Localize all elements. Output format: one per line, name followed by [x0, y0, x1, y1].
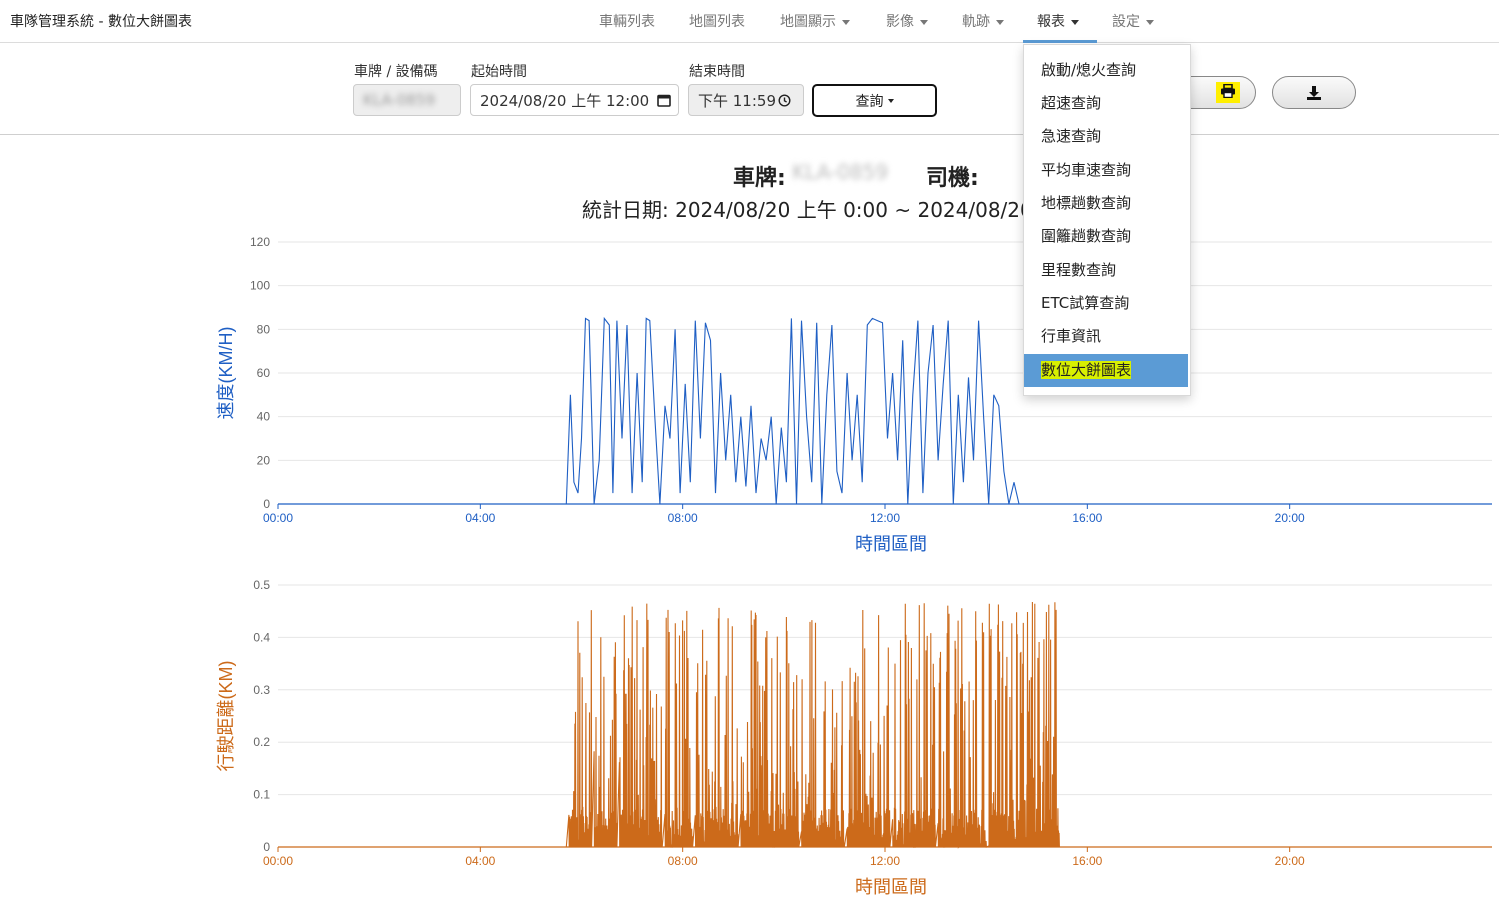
x-tick-label: 16:00	[1072, 511, 1102, 525]
app-brand-title[interactable]: 車隊管理系統 - 數位大餅圖表	[10, 11, 192, 31]
y-tick-label: 0.1	[253, 788, 270, 802]
y-tick-label: 60	[257, 366, 271, 380]
y-tick-label: 120	[250, 235, 270, 249]
dropdown-item-driving-info[interactable]: 行車資訊	[1024, 320, 1188, 353]
x-tick-label: 20:00	[1275, 511, 1305, 525]
nav-label: 車輛列表	[599, 14, 655, 30]
y-tick-label: 80	[257, 322, 271, 336]
dropdown-item-label: 行車資訊	[1041, 327, 1102, 345]
start-time-input[interactable]: 2024/08/20 上午 12:00	[470, 84, 679, 116]
distance-chart: 0 0.1 0.2 0.3 0.4 0.5 00:00 04:00 08:00 12:00 16:0…	[0, 568, 1499, 903]
y-tick-label: 100	[250, 279, 270, 293]
caret-down-icon	[887, 98, 894, 103]
nav-reports[interactable]: 報表	[1037, 11, 1079, 31]
plate-label: 車牌 / 設備碼	[354, 64, 438, 80]
speed-chart: 0 20 40 60 80 100 120 00:00 04:00 08:00 12:00 16:00…	[0, 225, 1499, 560]
report-plate-value: KLA-0859	[792, 160, 889, 184]
report-date-range: 統計日期: 2024/08/20 上午 0:00 ~ 2024/08/20	[582, 198, 1033, 222]
nav-vehicle-list[interactable]: 車輛列表	[599, 11, 655, 31]
nav-label: 報表	[1037, 14, 1065, 30]
dropdown-item-overspeed-query[interactable]: 超速查詢	[1024, 87, 1188, 120]
caret-down-icon	[842, 19, 850, 25]
dropdown-item-label: 急速查詢	[1041, 127, 1102, 145]
nav-label: 地圖列表	[689, 14, 745, 30]
query-button[interactable]: 查詢	[812, 84, 937, 117]
end-time-value: 下午 11:59	[698, 91, 776, 110]
report-plate-label: 車牌:	[733, 166, 786, 191]
series-line	[278, 601, 1492, 849]
nav-label: 設定	[1112, 14, 1140, 30]
y-tick-label: 0	[263, 497, 270, 511]
y-tick-label: 20	[257, 453, 271, 467]
x-tick-label: 12:00	[870, 854, 900, 868]
speed-chart-svg: 0 20 40 60 80 100 120 00:00 04:00 08:00 12:00 16:00…	[216, 235, 1492, 554]
y-tick-label: 0.4	[253, 630, 270, 644]
dropdown-item-label: 地標趟數查詢	[1041, 194, 1132, 212]
x-tick-label: 00:00	[263, 854, 293, 868]
print-icon	[1216, 82, 1240, 103]
x-tick-label: 04:00	[465, 854, 495, 868]
caret-down-icon	[1071, 19, 1079, 25]
clock-icon[interactable]	[778, 93, 791, 107]
report-driver-label: 司機:	[926, 166, 979, 191]
y-tick-label: 40	[257, 410, 271, 424]
end-time-input[interactable]: 下午 11:59	[688, 84, 804, 116]
dropdown-item-geofence-trips-query[interactable]: 圍籬趟數查詢	[1024, 220, 1188, 253]
distance-chart-svg: 0 0.1 0.2 0.3 0.4 0.5 00:00 04:00 08:00 12:00 16:0…	[216, 578, 1492, 897]
download-button[interactable]	[1272, 76, 1356, 109]
caret-down-icon	[920, 19, 928, 25]
plate-select-value: KLA-0859	[363, 91, 436, 109]
dropdown-item-label: 里程數查詢	[1041, 261, 1117, 279]
end-time-label: 結束時間	[689, 64, 745, 80]
nav-label: 影像	[886, 14, 914, 30]
nav-label: 軌跡	[962, 14, 990, 30]
y-axis-title: 速度(KM/H)	[216, 327, 236, 420]
dropdown-item-label: ETC試算查詢	[1041, 294, 1130, 312]
x-tick-label: 20:00	[1275, 854, 1305, 868]
nav-video[interactable]: 影像	[886, 11, 928, 31]
nav-map-list[interactable]: 地圖列表	[689, 11, 745, 31]
start-time-label: 起始時間	[471, 64, 527, 80]
query-button-label: 查詢	[855, 93, 884, 110]
nav-settings[interactable]: 設定	[1112, 11, 1154, 31]
y-tick-label: 0.2	[253, 735, 270, 749]
y-tick-label: 0.5	[253, 578, 270, 592]
y-axis-title: 行駛距離(KM)	[216, 661, 236, 772]
nav-track[interactable]: 軌跡	[962, 11, 1004, 31]
dropdown-item-average-speed-query[interactable]: 平均車速查詢	[1024, 154, 1188, 187]
nav-label: 地圖顯示	[780, 14, 836, 30]
dropdown-item-landmark-trips-query[interactable]: 地標趟數查詢	[1024, 187, 1188, 220]
dropdown-item-ignition-query[interactable]: 啟動/熄火查詢	[1024, 54, 1188, 87]
dropdown-item-harsh-accel-query[interactable]: 急速查詢	[1024, 120, 1188, 153]
x-tick-label: 08:00	[668, 511, 698, 525]
dropdown-item-label: 圍籬趟數查詢	[1041, 227, 1132, 245]
plate-select[interactable]: KLA-0859	[353, 84, 461, 116]
x-tick-label: 12:00	[870, 511, 900, 525]
x-tick-label: 04:00	[465, 511, 495, 525]
series-line	[278, 316, 1492, 505]
download-icon	[1307, 85, 1321, 100]
x-tick-label: 16:00	[1072, 854, 1102, 868]
dropdown-item-label: 平均車速查詢	[1041, 161, 1132, 179]
caret-down-icon	[1146, 19, 1154, 25]
x-axis-title: 時間區間	[855, 877, 927, 897]
x-axis-title: 時間區間	[855, 534, 927, 554]
dropdown-item-digital-chart[interactable]: 數位大餅圖表	[1024, 354, 1188, 387]
dropdown-item-label: 啟動/熄火查詢	[1041, 61, 1137, 79]
x-tick-label: 00:00	[263, 511, 293, 525]
start-time-value: 2024/08/20 上午 12:00	[480, 91, 650, 110]
dropdown-item-mileage-query[interactable]: 里程數查詢	[1024, 254, 1188, 287]
y-tick-label: 0.3	[253, 683, 270, 697]
top-navbar: 車隊管理系統 - 數位大餅圖表 車輛列表 地圖列表 地圖顯示 影像 軌跡 報表 …	[0, 0, 1499, 43]
dropdown-item-etc-query[interactable]: ETC試算查詢	[1024, 287, 1188, 320]
calendar-icon[interactable]	[657, 93, 672, 107]
reports-dropdown-menu: 啟動/熄火查詢 超速查詢 急速查詢 平均車速查詢 地標趟數查詢 圍籬趟數查詢 里…	[1023, 44, 1191, 396]
nav-map-display[interactable]: 地圖顯示	[780, 11, 850, 31]
x-tick-label: 08:00	[668, 854, 698, 868]
caret-down-icon	[996, 19, 1004, 25]
dropdown-item-label: 數位大餅圖表	[1041, 361, 1132, 379]
y-tick-label: 0	[263, 840, 270, 854]
dropdown-item-label: 超速查詢	[1041, 94, 1102, 112]
